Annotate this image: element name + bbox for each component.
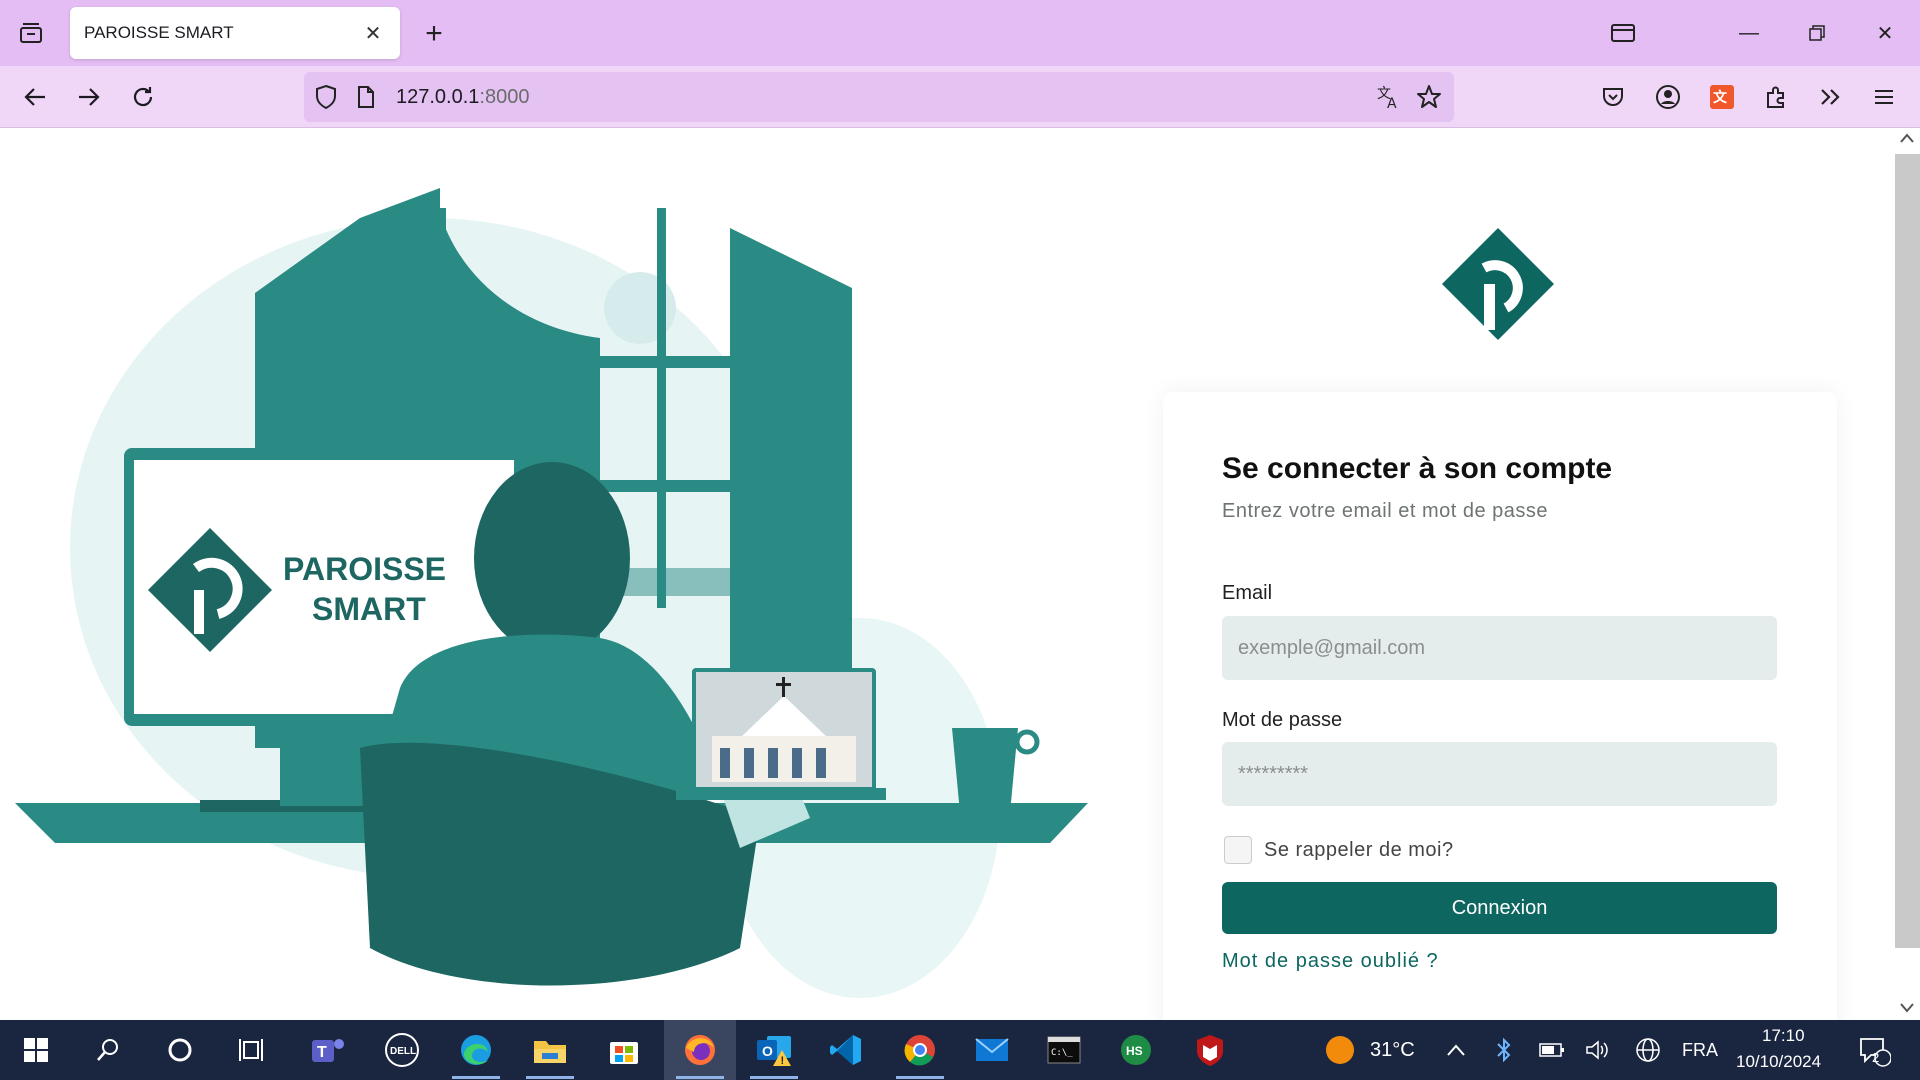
password-field[interactable] (1222, 742, 1777, 806)
svg-text:!: ! (781, 1055, 785, 1067)
taskbar: T DELL O! C:\_ HS 31°C FRA 17:10 10/10/2… (0, 1020, 1920, 1080)
svg-text:C:\_: C:\_ (1051, 1048, 1073, 1058)
hero-illustration: PAROISSE SMART (15, 188, 1088, 998)
active-tab[interactable]: PAROISSE SMART ✕ (70, 7, 400, 59)
bluetooth-icon[interactable] (1480, 1026, 1528, 1074)
svg-text:T: T (317, 1044, 327, 1061)
svg-text:A: A (1387, 96, 1397, 110)
back-icon[interactable] (16, 78, 54, 116)
cortana-icon[interactable] (156, 1026, 204, 1074)
url-text[interactable]: 127.0.0.1:8000 (396, 86, 529, 109)
tray-chevron-up-icon[interactable] (1432, 1026, 1480, 1074)
weather-temperature[interactable]: 31°C (1370, 1039, 1415, 1062)
clock-date[interactable]: 10/10/2024 (1736, 1052, 1821, 1072)
svg-text:文: 文 (1713, 89, 1728, 106)
shield-icon[interactable] (314, 84, 338, 115)
chrome-icon[interactable] (896, 1026, 944, 1074)
tab-bar: PAROISSE SMART ✕ + — ✕ (0, 0, 1920, 66)
close-window-icon[interactable]: ✕ (1862, 14, 1908, 52)
edge-running-indicator (452, 1076, 500, 1079)
edge-icon[interactable] (452, 1026, 500, 1074)
scroll-thumb[interactable] (1895, 154, 1920, 948)
page-content: PAROISSE SMART Se connecter à son compte… (0, 128, 1893, 1020)
mail-icon[interactable] (968, 1026, 1016, 1074)
start-icon[interactable] (12, 1026, 60, 1074)
monitor-brand-line2: SMART (312, 591, 426, 627)
mcafee-icon[interactable] (1186, 1026, 1234, 1074)
forward-icon[interactable] (70, 78, 108, 116)
login-subtitle: Entrez votre email et mot de passe (1222, 500, 1549, 522)
store-icon[interactable] (600, 1026, 648, 1074)
tab-list-icon[interactable] (14, 18, 48, 48)
dell-icon[interactable]: DELL (378, 1026, 426, 1074)
email-field[interactable] (1222, 616, 1777, 680)
scroll-down-icon[interactable] (1899, 1002, 1915, 1014)
svg-text:O: O (762, 1043, 773, 1059)
minimize-icon[interactable]: — (1726, 14, 1772, 52)
chrome-running-indicator (896, 1076, 944, 1079)
login-card: Se connecter à son compte Entrez votre e… (1163, 392, 1837, 1020)
network-globe-icon[interactable] (1624, 1026, 1672, 1074)
search-icon[interactable] (84, 1026, 132, 1074)
page-icon (356, 85, 376, 114)
tab-title: PAROISSE SMART (84, 23, 234, 42)
translate-icon[interactable]: 文A (1376, 84, 1402, 115)
battery-icon[interactable] (1528, 1026, 1576, 1074)
extension-translate-icon[interactable]: 文 (1703, 78, 1741, 116)
email-label: Email (1222, 582, 1273, 604)
monitor-brand-line1: PAROISSE (283, 551, 446, 587)
tab-overview-icon[interactable] (1600, 14, 1646, 52)
url-bar[interactable]: 127.0.0.1:8000 文A (304, 72, 1454, 122)
more-tools-icon[interactable] (1811, 78, 1849, 116)
weather-sun-icon[interactable] (1316, 1026, 1364, 1074)
scroll-up-icon[interactable] (1899, 132, 1915, 144)
reload-icon[interactable] (124, 78, 162, 116)
account-icon[interactable] (1649, 78, 1687, 116)
login-title: Se connecter à son compte (1222, 452, 1613, 485)
svg-text:HS: HS (1126, 1044, 1143, 1058)
notification-count: 2 (1872, 1050, 1880, 1065)
login-button[interactable]: Connexion (1222, 882, 1777, 934)
file-explorer-icon[interactable] (526, 1026, 574, 1074)
vscode-icon[interactable] (822, 1026, 870, 1074)
close-tab-icon[interactable]: ✕ (360, 20, 386, 46)
firefox-icon[interactable] (676, 1026, 724, 1074)
task-view-icon[interactable] (228, 1026, 276, 1074)
outlook-icon[interactable]: O! (750, 1026, 798, 1074)
paroisse-smart-logo (1442, 228, 1554, 340)
menu-icon[interactable] (1865, 78, 1903, 116)
pocket-icon[interactable] (1594, 78, 1632, 116)
new-tab-icon[interactable]: + (418, 17, 450, 50)
volume-icon[interactable] (1574, 1026, 1622, 1074)
bookmark-star-icon[interactable] (1416, 84, 1442, 115)
url-port: :8000 (479, 86, 530, 108)
explorer-running-indicator (526, 1076, 574, 1079)
teams-icon[interactable]: T (304, 1026, 352, 1074)
terminal-icon[interactable]: C:\_ (1040, 1026, 1088, 1074)
outlook-running-indicator (750, 1076, 798, 1079)
svg-text:DELL: DELL (390, 1046, 416, 1057)
hs-icon[interactable]: HS (1112, 1026, 1160, 1074)
nav-bar: 127.0.0.1:8000 文A 文 (0, 66, 1920, 128)
extensions-icon[interactable] (1757, 78, 1795, 116)
restore-icon[interactable] (1794, 14, 1840, 52)
url-host: 127.0.0.1 (396, 86, 480, 108)
language-indicator[interactable]: FRA (1682, 1040, 1718, 1061)
remember-me-checkbox[interactable] (1224, 836, 1252, 864)
clock-time[interactable]: 17:10 (1762, 1026, 1805, 1046)
firefox-running-indicator (676, 1076, 724, 1079)
remember-me-label[interactable]: Se rappeler de moi? (1264, 839, 1454, 862)
forgot-password-link[interactable]: Mot de passe oublié ? (1222, 950, 1439, 973)
password-label: Mot de passe (1222, 709, 1343, 731)
